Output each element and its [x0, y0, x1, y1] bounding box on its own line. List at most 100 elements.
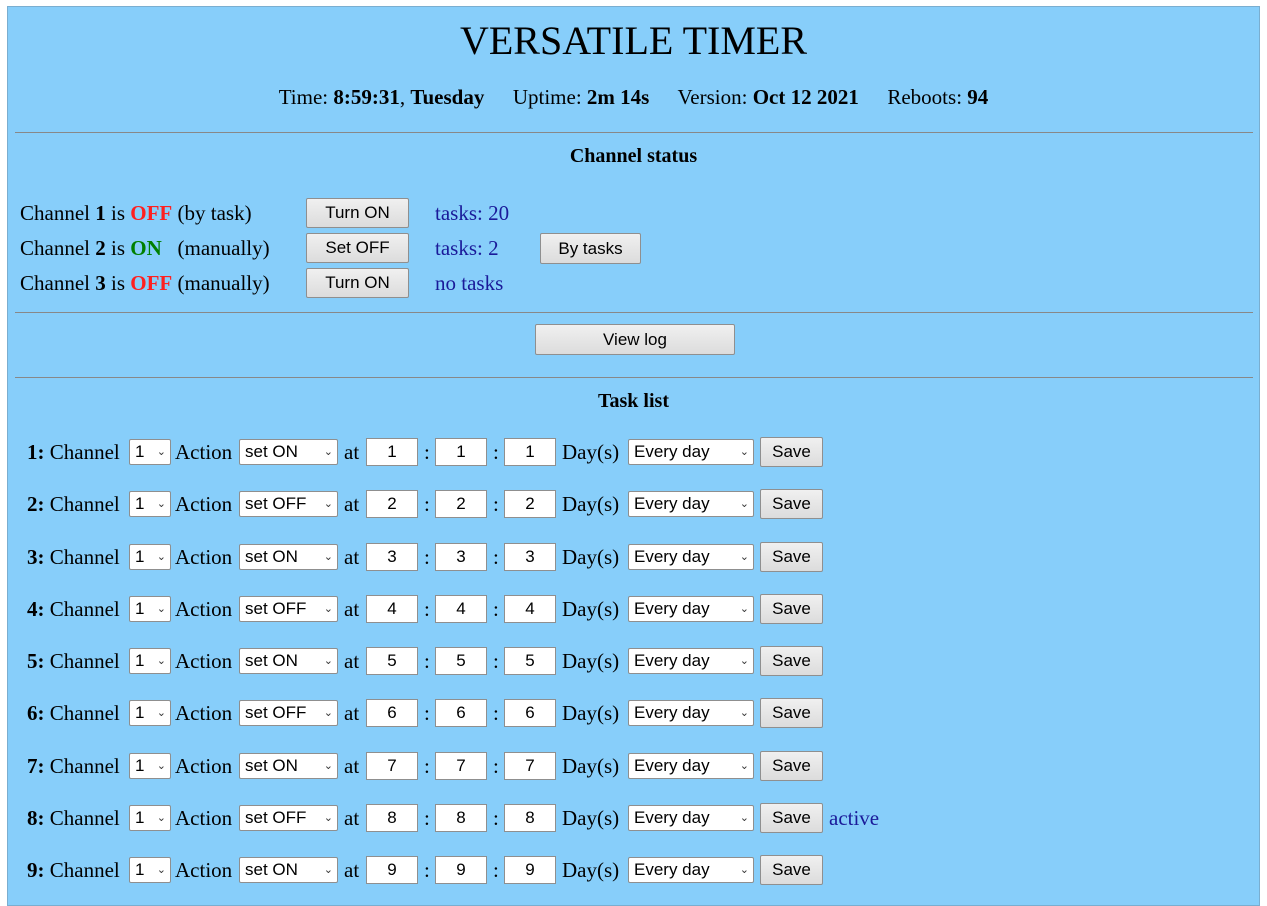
task-hour-input[interactable]: 6 — [366, 699, 418, 727]
channel-label: Channel — [49, 754, 120, 778]
chevron-down-icon: ⌄ — [739, 760, 749, 772]
task-second-input[interactable]: 5 — [504, 647, 556, 675]
task-hour-input[interactable]: 1 — [366, 438, 418, 466]
task-action-select[interactable]: set OFF ⌄ — [239, 700, 338, 726]
task-minute-input[interactable]: 8 — [435, 804, 487, 832]
reboots-value: 94 — [967, 85, 989, 109]
task-action-select[interactable]: set ON ⌄ — [239, 544, 338, 570]
task-days-select[interactable]: Every day ⌄ — [628, 544, 754, 570]
task-second-input[interactable]: 4 — [504, 595, 556, 623]
at-label: at — [344, 701, 360, 725]
task-days-select[interactable]: Every day ⌄ — [628, 491, 754, 517]
task-action-select[interactable]: set OFF ⌄ — [239, 491, 338, 517]
by-tasks-button[interactable]: By tasks — [540, 233, 641, 264]
view-log-button[interactable]: View log — [535, 324, 735, 355]
task-hour-input[interactable]: 9 — [366, 856, 418, 884]
chevron-down-icon: ⌄ — [156, 707, 166, 719]
task-minute-input[interactable]: 4 — [435, 595, 487, 623]
task-days-select[interactable]: Every day ⌄ — [628, 596, 754, 622]
action-label: Action — [175, 597, 233, 621]
channel-prefix: Channel — [20, 236, 90, 260]
time-label: Time: — [278, 85, 329, 109]
task-status: active — [829, 806, 880, 830]
task-action-select[interactable]: set ON ⌄ — [239, 753, 338, 779]
channel-3-toggle-button[interactable]: Turn ON — [306, 268, 409, 298]
task-save-button[interactable]: Save — [760, 698, 823, 728]
task-days-select[interactable]: Every day ⌄ — [628, 700, 754, 726]
time-colon: : — [493, 858, 499, 882]
task-second-input[interactable]: 6 — [504, 699, 556, 727]
channel-label: Channel — [49, 597, 120, 621]
task-save-button[interactable]: Save — [760, 489, 823, 519]
task-hour-input[interactable]: 8 — [366, 804, 418, 832]
task-second-input[interactable]: 3 — [504, 543, 556, 571]
task-minute-input[interactable]: 2 — [435, 490, 487, 518]
task-save-button[interactable]: Save — [760, 542, 823, 572]
task-minute-input[interactable]: 9 — [435, 856, 487, 884]
task-second-input[interactable]: 7 — [504, 752, 556, 780]
task-hour-input[interactable]: 7 — [366, 752, 418, 780]
channel-1-toggle-button[interactable]: Turn ON — [306, 198, 409, 228]
page-title: VERSATILE TIMER — [459, 18, 808, 63]
task-save-button[interactable]: Save — [760, 646, 823, 676]
channel-2-toggle-button[interactable]: Set OFF — [306, 233, 409, 263]
task-days-select[interactable]: Every day ⌄ — [628, 648, 754, 674]
task-channel-select[interactable]: 1 ⌄ — [129, 700, 171, 726]
select-value: set ON — [245, 651, 298, 670]
uptime-label: Uptime: — [512, 85, 582, 109]
select-value: Every day — [634, 808, 710, 827]
task-minute-input[interactable]: 6 — [435, 699, 487, 727]
task-list-title: Task list — [598, 390, 669, 412]
task-hour-input[interactable]: 4 — [366, 595, 418, 623]
task-save-button[interactable]: Save — [760, 803, 823, 833]
task-action-select[interactable]: set OFF ⌄ — [239, 596, 338, 622]
task-minute-input[interactable]: 1 — [435, 438, 487, 466]
task-minute-input[interactable]: 7 — [435, 752, 487, 780]
time-colon: : — [493, 649, 499, 673]
chevron-down-icon: ⌄ — [323, 864, 333, 876]
task-minute-input[interactable]: 3 — [435, 543, 487, 571]
channel-number: 3 — [95, 271, 106, 295]
task-days-select[interactable]: Every day ⌄ — [628, 805, 754, 831]
task-hour-input[interactable]: 3 — [366, 543, 418, 571]
divider — [15, 312, 1253, 313]
task-hour-input[interactable]: 2 — [366, 490, 418, 518]
task-channel-select[interactable]: 1 ⌄ — [129, 596, 171, 622]
task-action-select[interactable]: set ON ⌄ — [239, 439, 338, 465]
days-label: Day(s) — [562, 806, 620, 830]
task-number: 2: — [27, 492, 45, 516]
chevron-down-icon: ⌄ — [323, 760, 333, 772]
at-label: at — [344, 440, 360, 464]
task-channel-select[interactable]: 1 ⌄ — [129, 648, 171, 674]
task-days-select[interactable]: Every day ⌄ — [628, 857, 754, 883]
task-save-button[interactable]: Save — [760, 594, 823, 624]
action-label: Action — [175, 701, 233, 725]
channel-status-title: Channel status — [569, 145, 698, 167]
task-action-select[interactable]: set ON ⌄ — [239, 857, 338, 883]
task-channel-select[interactable]: 1 ⌄ — [129, 544, 171, 570]
task-days-select[interactable]: Every day ⌄ — [628, 439, 754, 465]
task-channel-select[interactable]: 1 ⌄ — [129, 753, 171, 779]
at-label: at — [344, 858, 360, 882]
task-second-input[interactable]: 2 — [504, 490, 556, 518]
days-label: Day(s) — [562, 545, 620, 569]
task-save-button[interactable]: Save — [760, 751, 823, 781]
task-action-select[interactable]: set ON ⌄ — [239, 648, 338, 674]
task-index: 3: Channel — [27, 542, 120, 572]
task-action-select[interactable]: set OFF ⌄ — [239, 805, 338, 831]
task-channel-select[interactable]: 1 ⌄ — [129, 491, 171, 517]
task-row: 6: Channel 1 ⌄ Action set OFF ⌄ at 6:6:6 Day(s) E… — [8, 698, 1259, 728]
task-hour-input[interactable]: 5 — [366, 647, 418, 675]
task-number: 4: — [27, 597, 45, 621]
task-second-input[interactable]: 8 — [504, 804, 556, 832]
task-minute-input[interactable]: 5 — [435, 647, 487, 675]
task-second-input[interactable]: 9 — [504, 856, 556, 884]
task-channel-select[interactable]: 1 ⌄ — [129, 857, 171, 883]
task-channel-select[interactable]: 1 ⌄ — [129, 439, 171, 465]
task-channel-select[interactable]: 1 ⌄ — [129, 805, 171, 831]
task-save-button[interactable]: Save — [760, 855, 823, 885]
task-days-select[interactable]: Every day ⌄ — [628, 753, 754, 779]
time-colon: : — [424, 545, 430, 569]
task-second-input[interactable]: 1 — [504, 438, 556, 466]
task-save-button[interactable]: Save — [760, 437, 823, 467]
